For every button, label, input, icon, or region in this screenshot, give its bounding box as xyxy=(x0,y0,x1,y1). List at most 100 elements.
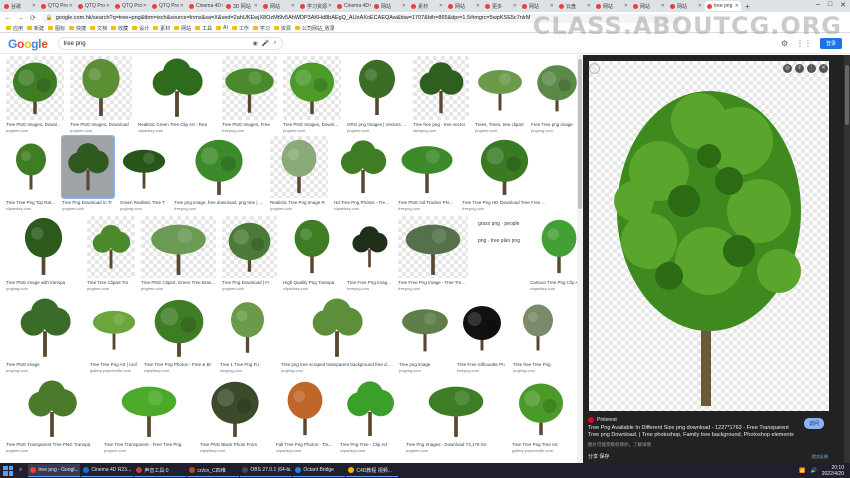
result-title[interactable]: High Quality Png Transpa xyxy=(283,280,341,285)
image-result[interactable]: Tree Png Download | Fr pngtree.com xyxy=(222,216,277,292)
result-title[interactable]: Realistic Tree Png Image R xyxy=(270,200,328,205)
result-source[interactable]: pngtree.com xyxy=(70,128,132,133)
preview-title[interactable]: Tree Png Available In Different Size png… xyxy=(588,425,798,439)
bookmark-item[interactable]: 收藏 xyxy=(111,25,128,32)
result-thumbnail[interactable] xyxy=(406,378,506,440)
new-tab-icon[interactable]: + xyxy=(745,2,750,11)
browser-tab[interactable]: QTQ Pro ✕ xyxy=(150,1,186,11)
tab-close-icon[interactable]: ✕ xyxy=(106,3,110,9)
result-source[interactable]: gallery.yopriceville.com xyxy=(512,448,570,453)
result-thumbnail[interactable]: grass png · people png · tree plan png xyxy=(474,216,524,278)
image-result[interactable]: Tree PNG Clipart, Green Tree Branch pngtr… xyxy=(141,216,216,292)
tab-close-icon[interactable]: ✕ xyxy=(69,3,73,9)
result-thumbnail[interactable] xyxy=(6,56,64,120)
tab-close-icon[interactable]: ✕ xyxy=(550,3,554,9)
result-thumbnail[interactable] xyxy=(141,216,216,278)
tab-close-icon[interactable]: ✕ xyxy=(624,3,628,9)
share-icon[interactable]: ⇪ xyxy=(795,64,804,73)
image-result[interactable]: Tree free png - tree vector stickpng.com xyxy=(413,56,469,134)
browser-tab[interactable]: 网站 ✕ xyxy=(668,1,704,11)
result-thumbnail[interactable] xyxy=(270,136,328,198)
result-title[interactable]: Tree Tree Png Art | roof xyxy=(90,362,138,367)
result-source[interactable]: freepng.com xyxy=(462,206,547,211)
result-thumbnail[interactable] xyxy=(475,56,525,120)
result-thumbnail[interactable] xyxy=(6,216,81,278)
result-title[interactable]: Tree png image, free download, png tree … xyxy=(174,200,264,205)
bookmark-item[interactable]: 素材 xyxy=(153,25,170,32)
result-title[interactable]: Tree Png Download | Fr xyxy=(222,280,277,285)
image-result[interactable]: Tree png tree scraped transparent backgr… xyxy=(281,296,393,374)
search-input[interactable]: tree png xyxy=(64,41,249,47)
bookmark-item[interactable]: 学习 xyxy=(252,25,270,32)
result-source[interactable]: pngimg.com xyxy=(531,128,577,133)
taskbar-app[interactable]: Cinema 4D R23... xyxy=(81,464,134,477)
image-result[interactable]: Tree Tree Png Art | roof gallery.yopricev… xyxy=(90,296,138,374)
preview-image[interactable] xyxy=(589,61,829,411)
browser-tab[interactable]: 云盘 ✕ xyxy=(557,1,593,11)
result-source[interactable]: clipartkey.com xyxy=(6,206,56,211)
result-source[interactable]: clipartkey.com xyxy=(276,448,334,453)
browser-tab[interactable]: 更多 ✕ xyxy=(483,1,519,11)
bookmark-item[interactable]: 图标 xyxy=(48,25,65,32)
image-result[interactable]: Hd Tree Png Photos - Tree Png clipartkey.… xyxy=(334,136,392,212)
result-title[interactable]: Fall Tree Png Photos - Transparent xyxy=(276,442,334,447)
browser-tab[interactable]: 素材 ✕ xyxy=(409,1,445,11)
browser-tab[interactable]: 网站 ✕ xyxy=(261,1,297,11)
volume-icon[interactable]: 🔊 xyxy=(811,468,817,474)
browser-tab[interactable]: 网站 ✕ xyxy=(631,1,667,11)
result-source[interactable]: pngtree.com xyxy=(6,128,64,133)
result-title[interactable]: Tree 1 Tree Png Fu xyxy=(220,362,275,367)
browser-tab[interactable]: 学习资源 ✕ xyxy=(298,1,334,11)
result-title[interactable]: Green Realistic Tree T xyxy=(120,200,168,205)
result-title[interactable]: Tree PNG Images, Download xyxy=(6,122,64,127)
google-logo[interactable]: Google xyxy=(8,37,48,51)
result-title[interactable]: Tree PNG Images, Download xyxy=(70,122,132,127)
result-thumbnail[interactable] xyxy=(276,378,334,440)
result-source[interactable]: freepng.com xyxy=(457,368,507,373)
result-title[interactable]: Tree free Tree Png xyxy=(513,362,563,367)
result-source[interactable]: pngimg.com xyxy=(6,368,84,373)
result-source[interactable]: pngtree.com xyxy=(406,448,506,453)
result-thumbnail[interactable] xyxy=(200,378,270,440)
result-source[interactable]: pngtree.com xyxy=(6,448,98,453)
taskbar-app[interactable]: C4D教程 视频... xyxy=(346,464,399,477)
result-source[interactable]: clipartkey.com xyxy=(144,368,214,373)
result-title[interactable]: Tree Tree Transparent - Free Tree Png xyxy=(104,442,194,447)
result-thumbnail[interactable] xyxy=(87,216,135,278)
result-title[interactable]: Tree Tree Png Photos - Free & Bl xyxy=(144,362,214,367)
result-source[interactable]: pngtree.com xyxy=(104,448,194,453)
tab-close-icon[interactable]: ✕ xyxy=(180,3,184,9)
image-result[interactable]: Free Tree png image pngimg.com xyxy=(531,56,577,134)
result-thumbnail[interactable] xyxy=(530,216,577,278)
result-thumbnail[interactable] xyxy=(138,56,216,120)
browser-tab[interactable]: 谷歌 ✕ xyxy=(2,1,38,11)
result-thumbnail[interactable] xyxy=(220,296,275,360)
result-title[interactable]: Tree Free Png Image? Tr xyxy=(347,280,392,285)
result-title[interactable]: Free Tree png image xyxy=(531,122,577,127)
taskbar-app[interactable]: OBS 27.0.1 (64-bi... xyxy=(240,464,293,477)
taskbar-app[interactable]: cn/cn_C四维 xyxy=(187,464,240,477)
camera-icon[interactable]: ◉ xyxy=(252,40,257,47)
tab-close-icon[interactable]: ✕ xyxy=(439,3,443,9)
image-result[interactable]: High Quality Png Transpa clipartkey.com xyxy=(283,216,341,292)
tab-close-icon[interactable]: ✕ xyxy=(32,3,36,9)
image-result[interactable]: Cartoon Tree Png Clip Art clipartkey.com xyxy=(530,216,577,292)
bookmark-item[interactable]: 网站 xyxy=(174,25,191,32)
result-source[interactable]: pngtree.com xyxy=(87,286,135,291)
image-result[interactable]: Tree PNG Images, Download pngtree.com xyxy=(70,56,132,134)
search-icon[interactable]: ⌕ xyxy=(273,40,276,47)
windows-start-icon[interactable] xyxy=(3,465,13,476)
image-result[interactable]: grass png · people png · tree plan png xyxy=(474,216,524,292)
copyright-note[interactable]: 图片可能受版权保护。了解详情 xyxy=(588,442,651,448)
browser-tab[interactable]: QTQ Pro ✕ xyxy=(113,1,149,11)
result-title[interactable]: Tree png image xyxy=(399,362,451,367)
result-title[interactable]: Tree PNG Hd Tracker PNG Mobile Graphics … xyxy=(398,200,456,205)
result-title[interactable]: Trees, Trees, tree clipart xyxy=(475,122,525,127)
result-thumbnail[interactable] xyxy=(283,56,341,120)
bookmark-item[interactable]: 工具 xyxy=(195,25,212,32)
signin-button[interactable]: 登录 xyxy=(819,38,842,49)
browser-tab[interactable]: 网站 ✕ xyxy=(446,1,482,11)
result-source[interactable]: kisspng.com xyxy=(220,368,275,373)
preview-scroll-thumb[interactable] xyxy=(845,65,849,125)
result-thumbnail[interactable] xyxy=(398,216,468,278)
